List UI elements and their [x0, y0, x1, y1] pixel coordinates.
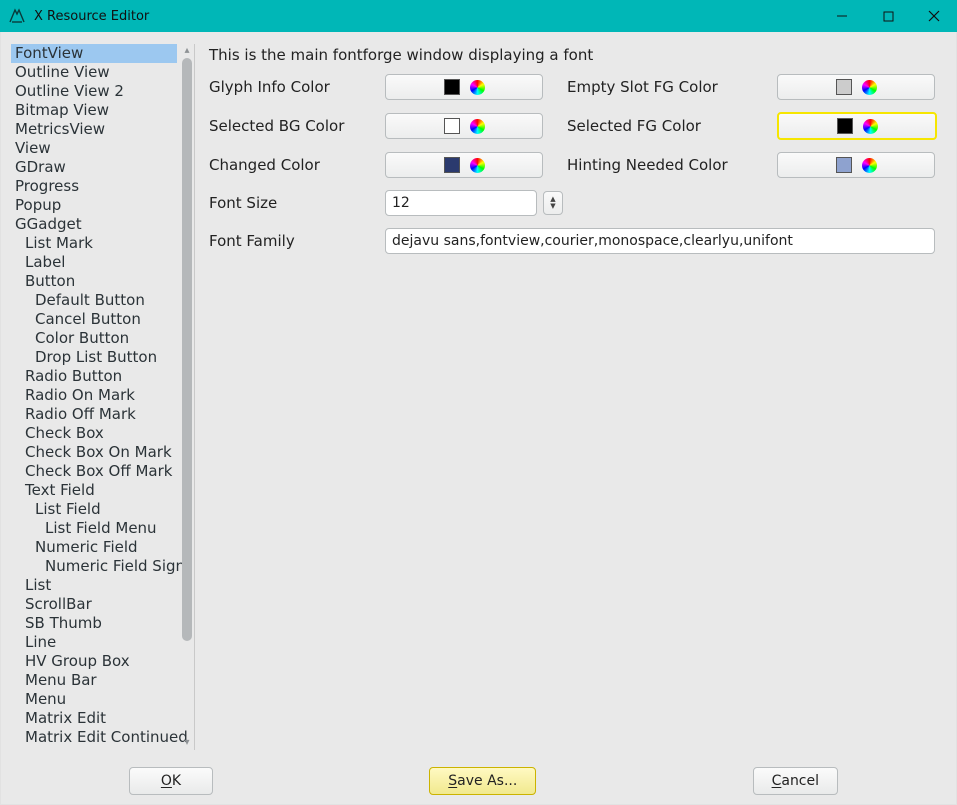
scroll-thumb[interactable] — [182, 58, 192, 641]
color-button-left-0[interactable] — [385, 74, 543, 100]
ok-label-accel: O — [161, 773, 172, 789]
tree-item[interactable]: Numeric Field — [11, 538, 177, 557]
tree-item[interactable]: Radio Button — [11, 367, 177, 386]
color-wheel-icon — [862, 80, 877, 95]
tree-item[interactable]: Popup — [11, 196, 177, 215]
scroll-up-icon[interactable]: ▴ — [180, 44, 194, 58]
field-label: Changed Color — [209, 156, 385, 174]
window-controls — [819, 0, 957, 32]
tree-item[interactable]: Cancel Button — [11, 310, 177, 329]
color-swatch — [836, 79, 852, 95]
save-as-button[interactable]: Save As... — [429, 767, 536, 795]
color-wheel-icon — [470, 158, 485, 173]
color-swatch — [444, 79, 460, 95]
font-size-control: 12▲▼ — [385, 190, 567, 216]
field-label: Hinting Needed Color — [567, 156, 777, 174]
color-swatch — [444, 157, 460, 173]
tree-item[interactable]: GDraw — [11, 158, 177, 177]
color-button-left-1[interactable] — [385, 113, 543, 139]
tree-item[interactable]: Color Button — [11, 329, 177, 348]
cancel-button[interactable]: Cancel — [753, 767, 838, 795]
tree-item[interactable]: Radio On Mark — [11, 386, 177, 405]
color-wheel-icon — [862, 158, 877, 173]
save-label-accel: S — [448, 773, 457, 789]
tree-item[interactable]: MetricsView — [11, 120, 177, 139]
chevron-down-icon: ▼ — [550, 203, 555, 210]
tree-item[interactable]: ScrollBar — [11, 595, 177, 614]
color-button-right-2[interactable] — [777, 152, 935, 178]
tree-item[interactable]: Menu — [11, 690, 177, 709]
tree-item[interactable]: View — [11, 139, 177, 158]
tree-item[interactable]: Default Button — [11, 291, 177, 310]
field-label: Selected FG Color — [567, 117, 777, 135]
font-size-stepper[interactable]: ▲▼ — [543, 191, 563, 215]
color-button-right-0[interactable] — [777, 74, 935, 100]
sidebar-scrollbar[interactable]: ▴ ▾ — [180, 44, 194, 750]
window-title: X Resource Editor — [34, 9, 149, 24]
tree-item[interactable]: Menu Bar — [11, 671, 177, 690]
color-wheel-icon — [470, 119, 485, 134]
tree-item[interactable]: Check Box On Mark — [11, 443, 177, 462]
cancel-label-rest: ancel — [781, 773, 819, 789]
tree-item[interactable]: HV Group Box — [11, 652, 177, 671]
form-grid: Glyph Info Color Empty Slot FG Color Selec… — [209, 74, 944, 254]
app-icon — [8, 7, 26, 25]
field-label: Font Size — [209, 194, 385, 212]
settings-panel: This is the main fontforge window displa… — [209, 44, 944, 762]
tree-item[interactable]: Radio Off Mark — [11, 405, 177, 424]
tree-item[interactable]: Matrix Edit Continued — [11, 728, 177, 747]
tree-item[interactable]: FontView — [11, 44, 177, 63]
ok-button[interactable]: OK — [129, 767, 213, 795]
field-label: Font Family — [209, 232, 385, 250]
tree-item[interactable]: Check Box — [11, 424, 177, 443]
color-button-left-2[interactable] — [385, 152, 543, 178]
tree-item[interactable]: Outline View — [11, 63, 177, 82]
tree-item[interactable]: Line — [11, 633, 177, 652]
tree-item[interactable]: Button — [11, 272, 177, 291]
resource-tree[interactable]: FontViewOutline ViewOutline View 2Bitmap… — [11, 44, 177, 747]
color-button-right-1[interactable] — [777, 112, 937, 140]
color-swatch — [444, 118, 460, 134]
tree-item[interactable]: Label — [11, 253, 177, 272]
save-label-rest: ave As... — [457, 773, 517, 789]
maximize-button[interactable] — [865, 0, 911, 32]
sidebar: FontViewOutline ViewOutline View 2Bitmap… — [11, 44, 195, 750]
tree-item[interactable]: SB Thumb — [11, 614, 177, 633]
tree-item[interactable]: Text Field — [11, 481, 177, 500]
font-size-input[interactable]: 12 — [385, 190, 537, 216]
field-label: Empty Slot FG Color — [567, 78, 777, 96]
tree-item[interactable]: GGadget — [11, 215, 177, 234]
tree-item[interactable]: Progress — [11, 177, 177, 196]
ok-label-rest: K — [172, 773, 181, 789]
minimize-button[interactable] — [819, 0, 865, 32]
tree-item[interactable]: Bitmap View — [11, 101, 177, 120]
tree-item[interactable]: Drop List Button — [11, 348, 177, 367]
panel-description: This is the main fontforge window displa… — [209, 46, 944, 64]
tree-item[interactable]: List Mark — [11, 234, 177, 253]
cancel-label-accel: C — [772, 773, 782, 789]
tree-item[interactable]: Matrix Edit — [11, 709, 177, 728]
color-swatch — [837, 118, 853, 134]
titlebar: X Resource Editor — [0, 0, 957, 32]
scroll-down-icon[interactable]: ▾ — [180, 736, 194, 750]
tree-item[interactable]: List — [11, 576, 177, 595]
field-label: Selected BG Color — [209, 117, 385, 135]
close-button[interactable] — [911, 0, 957, 32]
tree-item[interactable]: List Field — [11, 500, 177, 519]
tree-item[interactable]: Check Box Off Mark — [11, 462, 177, 481]
tree-item[interactable]: Outline View 2 — [11, 82, 177, 101]
field-label: Glyph Info Color — [209, 78, 385, 96]
color-wheel-icon — [470, 80, 485, 95]
tree-item[interactable]: List Field Menu — [11, 519, 177, 538]
color-wheel-icon — [863, 119, 878, 134]
tree-item[interactable]: Numeric Field Sign — [11, 557, 177, 576]
button-bar: OK Save As... Cancel — [1, 762, 956, 804]
scroll-track[interactable] — [180, 58, 194, 736]
font-family-input[interactable]: dejavu sans,fontview,courier,monospace,c… — [385, 228, 935, 254]
color-swatch — [836, 157, 852, 173]
